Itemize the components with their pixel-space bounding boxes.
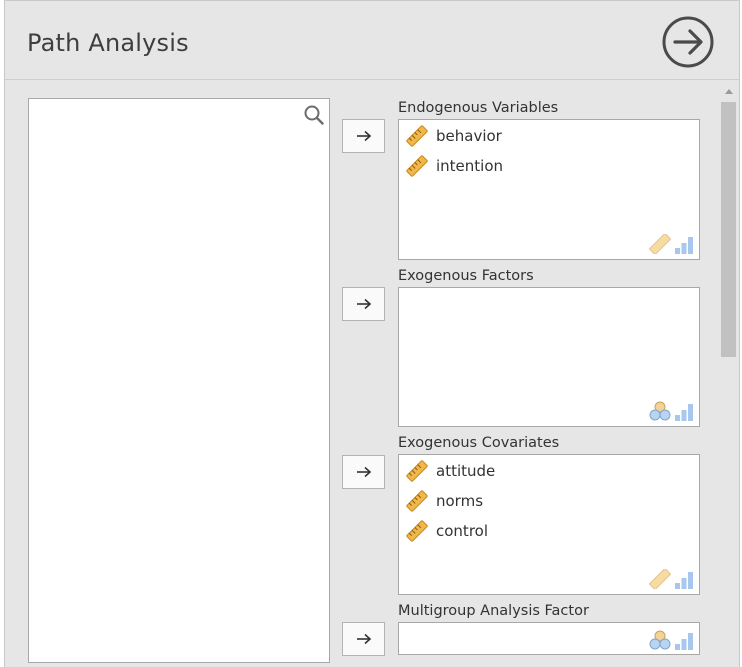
continuous-hint-icon [649, 569, 671, 589]
move-to-exogenous-covariates-button[interactable] [342, 455, 385, 489]
type-hint [649, 234, 694, 254]
ruler-icon [406, 125, 428, 147]
nominal-hint-icon [649, 401, 671, 421]
arrow-circle-right-icon[interactable] [661, 15, 715, 69]
move-to-multigroup-button[interactable] [342, 622, 385, 656]
type-hint [649, 630, 694, 650]
ruler-icon [406, 155, 428, 177]
list-item[interactable]: behavior [399, 121, 699, 151]
list-item[interactable]: control [399, 516, 699, 546]
nominal-hint-icon [649, 630, 671, 650]
variable-name: attitude [436, 462, 496, 480]
arrow-right-icon [356, 466, 371, 478]
continuous-hint-icon [649, 234, 671, 254]
variable-name: control [436, 522, 488, 540]
multigroup-label: Multigroup Analysis Factor [398, 603, 589, 619]
panel-header: Path Analysis [5, 1, 739, 80]
type-hint [649, 401, 694, 421]
ruler-icon [406, 460, 428, 482]
endogenous-variables-box[interactable]: behavior intention [398, 119, 700, 260]
bar-chart-hint-icon [675, 237, 693, 254]
exogenous-factors-box[interactable] [398, 287, 700, 427]
exogenous-factors-label: Exogenous Factors [398, 268, 534, 284]
exogenous-covariates-box[interactable]: attitude norms control [398, 454, 700, 595]
search-icon[interactable] [303, 104, 325, 126]
source-variable-list[interactable] [28, 98, 330, 663]
scroll-up-icon[interactable] [719, 85, 739, 99]
bar-chart-hint-icon [675, 572, 693, 589]
options-panel: Path Analysis Endogenous Variables behav… [4, 0, 740, 667]
move-to-endogenous-button[interactable] [342, 119, 385, 153]
bar-chart-hint-icon [675, 633, 693, 650]
endogenous-label: Endogenous Variables [398, 100, 559, 116]
scrollbar-thumb[interactable] [721, 102, 736, 357]
move-to-exogenous-factors-button[interactable] [342, 287, 385, 321]
exogenous-covariates-label: Exogenous Covariates [398, 435, 560, 451]
variable-name: behavior [436, 127, 502, 145]
arrow-right-icon [356, 130, 371, 142]
bar-chart-hint-icon [675, 404, 693, 421]
list-item[interactable]: attitude [399, 456, 699, 486]
type-hint [649, 569, 694, 589]
multigroup-factor-box[interactable] [398, 622, 700, 655]
arrow-right-icon [356, 298, 371, 310]
ruler-icon [406, 520, 428, 542]
arrow-right-icon [356, 633, 371, 645]
list-item[interactable]: intention [399, 151, 699, 181]
vertical-scrollbar[interactable] [719, 85, 739, 667]
ruler-icon [406, 490, 428, 512]
variable-name: intention [436, 157, 504, 175]
page-title: Path Analysis [27, 29, 189, 57]
list-item[interactable]: norms [399, 486, 699, 516]
variable-name: norms [436, 492, 484, 510]
